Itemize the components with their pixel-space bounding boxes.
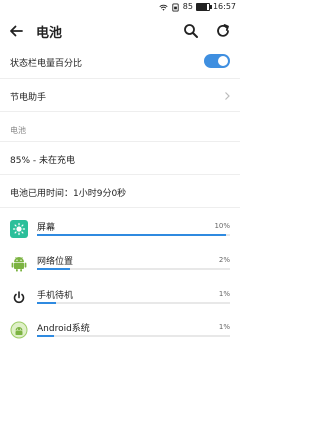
- usage-track: [37, 302, 230, 304]
- usage-track: [37, 268, 230, 270]
- section-label-battery: 电池: [10, 126, 26, 135]
- usage-bar: [37, 268, 70, 270]
- usage-bar: [37, 234, 227, 236]
- divider: [0, 78, 240, 79]
- back-arrow-icon[interactable]: [6, 21, 26, 41]
- search-icon[interactable]: [182, 22, 200, 40]
- battery-status-text: 85% - 未在充电: [10, 156, 75, 166]
- clock: 16:57: [212, 2, 236, 11]
- usage-track: [37, 234, 230, 236]
- status-bar: 85 16:57: [0, 0, 240, 14]
- usage-percent: 1%: [218, 323, 230, 331]
- divider: [0, 207, 240, 208]
- usage-percent: 10%: [214, 222, 230, 230]
- divider: [0, 111, 240, 112]
- usage-bar: [37, 335, 55, 337]
- toggle-knob: [218, 56, 228, 66]
- usage-bar: [37, 302, 57, 304]
- refresh-icon[interactable]: [214, 22, 232, 40]
- usage-item-screen[interactable]: 屏幕 10%: [0, 218, 240, 246]
- usage-app-name: Android系统: [37, 324, 90, 334]
- android-robot-icon: [11, 256, 27, 272]
- statusbar-percent-label: 状态栏电量百分比: [10, 59, 83, 69]
- battery-icon: [195, 3, 212, 11]
- battery-usage-time[interactable]: 电池已用时间：1小时9分0秒: [10, 186, 230, 199]
- sim-icon: [172, 2, 179, 12]
- usage-item-network-location[interactable]: 网络位置 2%: [0, 252, 240, 280]
- page-title: 电池: [36, 26, 63, 41]
- power-icon: [13, 291, 25, 304]
- usage-item-phone-idle[interactable]: 手机待机 1%: [0, 286, 240, 314]
- usage-app-name: 手机待机: [37, 291, 74, 301]
- screen-brightness-icon: [10, 220, 28, 238]
- usage-percent: 2%: [218, 256, 230, 264]
- usage-track: [37, 335, 230, 337]
- app-bar: 电池: [0, 14, 240, 48]
- android-system-icon: [10, 321, 28, 339]
- usage-item-android-system[interactable]: Android系统 1%: [0, 319, 240, 347]
- statusbar-percent-toggle[interactable]: [204, 54, 230, 68]
- usage-app-name: 网络位置: [37, 257, 74, 267]
- divider: [0, 141, 240, 142]
- usage-app-name: 屏幕: [37, 223, 56, 233]
- battery-level-text: 85: [182, 2, 193, 11]
- chevron-right-icon: [225, 92, 230, 100]
- wifi-icon: [159, 4, 168, 11]
- divider: [0, 174, 240, 175]
- power-assistant-item[interactable]: 节电助手: [10, 90, 46, 103]
- usage-percent: 1%: [218, 290, 230, 298]
